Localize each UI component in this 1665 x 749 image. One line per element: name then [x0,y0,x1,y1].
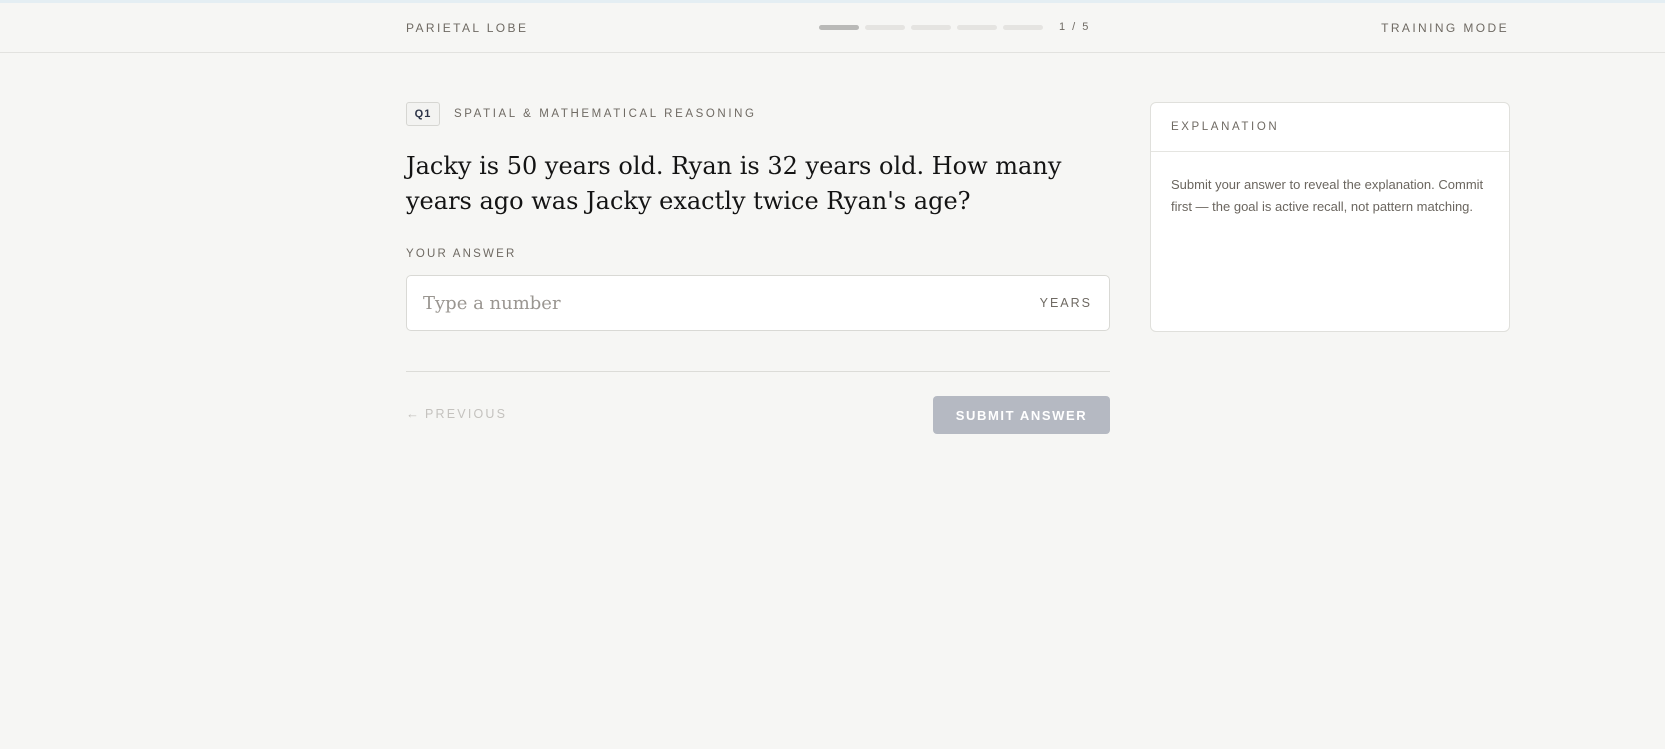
submit-answer-button[interactable]: SUBMIT ANSWER [933,396,1110,434]
mode-label: TRAINING MODE [1381,21,1509,35]
question-number-badge: Q1 [406,102,440,126]
explanation-text: Submit your answer to reveal the explana… [1171,177,1484,214]
explanation-title: EXPLANATION [1151,103,1509,152]
question-text: Jacky is 50 years old. Ryan is 32 years … [406,152,1062,215]
divider [406,371,1110,372]
top-bar: PARIETAL LOBE 1 / 5 TRAINING MODE [0,3,1665,53]
question-counter: 1 / 5 [1059,21,1091,33]
progress-segment [911,25,951,30]
question-category: SPATIAL & MATHEMATICAL REASONING [454,108,757,120]
answer-unit: YEARS [1039,296,1092,310]
previous-button-label: PREVIOUS [425,406,508,421]
answer-field: YEARS [406,275,1110,331]
progress-segment [819,25,859,30]
progress-indicator [819,25,1043,30]
progress-segment [957,25,997,30]
answer-input[interactable] [423,276,983,330]
explanation-card: EXPLANATION Submit your answer to reveal… [1150,102,1510,332]
progress-segment [865,25,905,30]
arrow-left-icon: ← [406,406,419,421]
answer-label: YOUR ANSWER [406,248,517,260]
brand-title: PARIETAL LOBE [406,21,529,35]
progress-segment [1003,25,1043,30]
previous-button[interactable]: ← PREVIOUS [406,406,507,421]
